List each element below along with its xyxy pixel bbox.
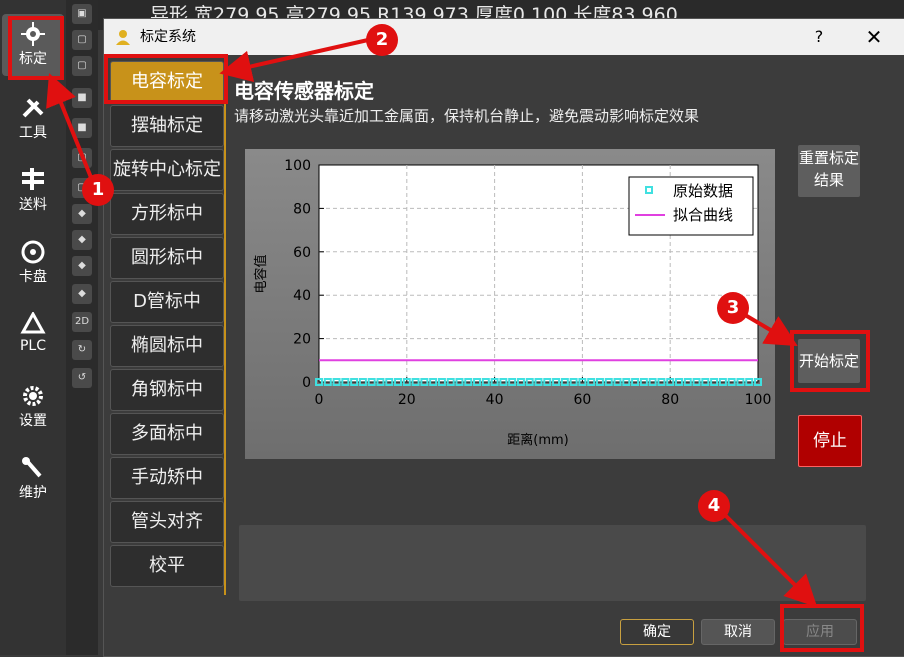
step-badge-1: 1	[82, 174, 114, 206]
arrow-2	[219, 38, 369, 83]
step-badge-3: 3	[717, 292, 749, 324]
step-badge-2: 2	[366, 24, 398, 56]
arrow-4	[718, 508, 818, 608]
arrow-1	[46, 73, 94, 181]
step-badge-4: 4	[698, 490, 730, 522]
annotation-arrows	[46, 38, 818, 608]
